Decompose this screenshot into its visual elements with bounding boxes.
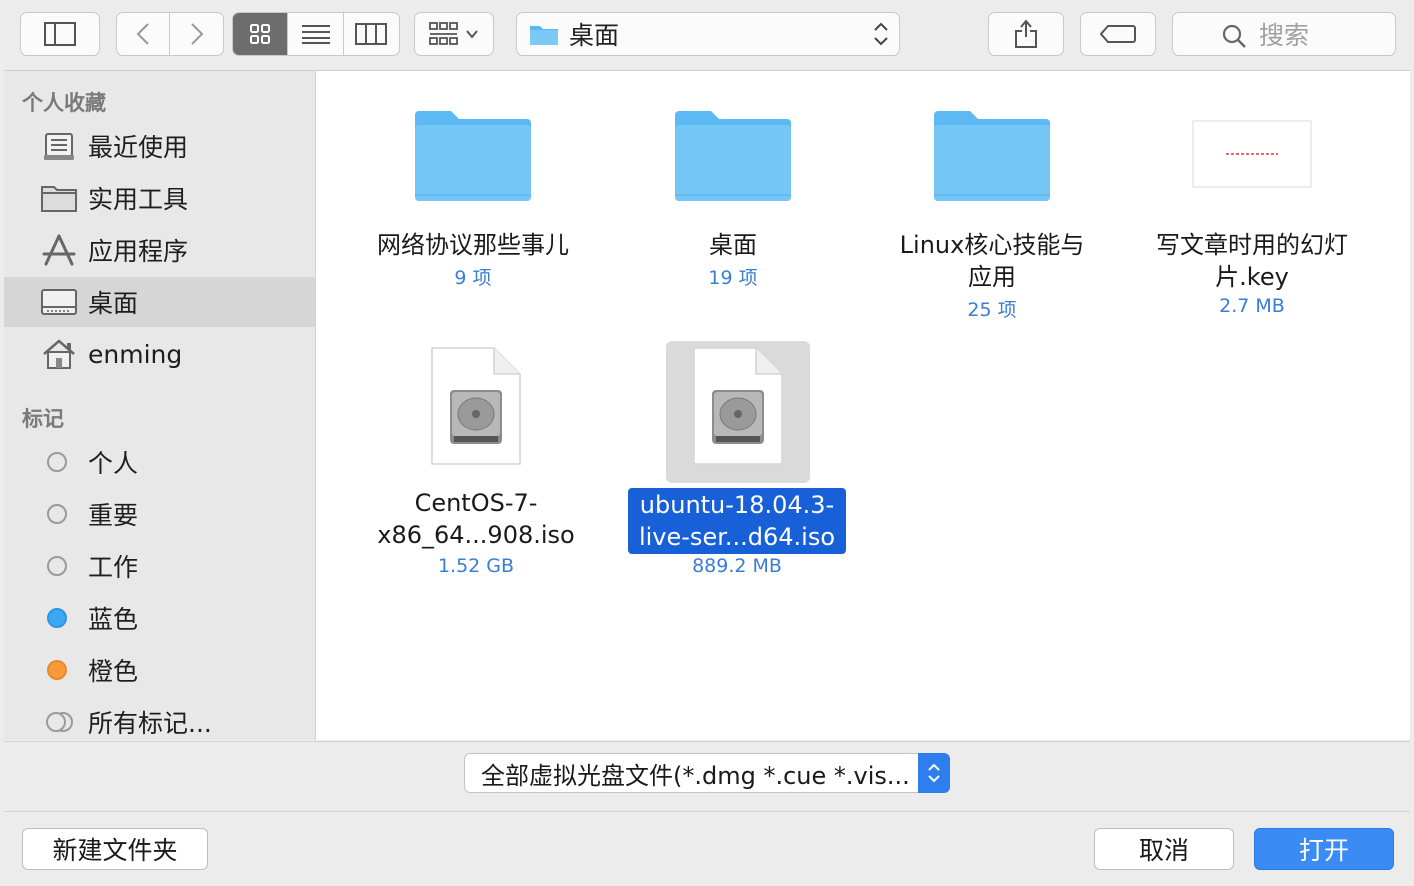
sidebar-item-label: enming: [88, 339, 183, 369]
cancel-button[interactable]: 取消: [1094, 828, 1234, 870]
disk-image-icon: [416, 347, 536, 467]
tag-label: 个人: [88, 449, 139, 478]
file-name: x86_64...908.iso: [377, 521, 575, 549]
back-button[interactable]: [117, 13, 170, 55]
file-type-label: 全部虚拟光盘文件(*.dmg *.cue *.vis...: [481, 761, 910, 790]
sidebar-item-label: 应用程序: [88, 237, 189, 266]
sidebar-item-home[interactable]: enming: [4, 329, 315, 379]
tag-label: 重要: [88, 501, 139, 530]
folder-icon: [530, 26, 558, 45]
file-meta: 25 项: [967, 299, 1017, 321]
updown-arrows-icon: [874, 22, 888, 46]
chevron-left-icon: [136, 23, 149, 45]
arrange-button[interactable]: [414, 12, 494, 56]
tag-dot-icon: [47, 504, 67, 524]
folder-icon: [38, 181, 80, 215]
updown-arrows-icon: [928, 763, 940, 783]
desktop-icon: [38, 285, 80, 319]
chevron-right-icon: [190, 23, 203, 45]
sidebar-tag-blue[interactable]: 蓝色: [4, 593, 315, 643]
folder-icon: [673, 95, 793, 215]
share-icon: [1015, 19, 1037, 48]
sidebar-item-label: 最近使用: [88, 133, 189, 162]
file-name: Linux核心技能与: [899, 231, 1085, 259]
sidebar-tag-orange[interactable]: 橙色: [4, 645, 315, 695]
disk-image-icon: [678, 347, 798, 467]
file-meta: 1.52 GB: [437, 555, 515, 577]
sidebar-icon: [44, 22, 76, 46]
sidebar-tag-important[interactable]: 重要: [4, 489, 315, 539]
file-name: 桌面: [709, 231, 757, 259]
arrange-icon: [429, 22, 458, 45]
search-placeholder: 搜索: [1259, 21, 1310, 50]
sidebar-tag-personal[interactable]: 个人: [4, 437, 315, 487]
tag-label: 橙色: [88, 657, 139, 686]
chevron-down-icon: [466, 30, 478, 39]
file-meta: 19 项: [708, 267, 758, 289]
file-meta: 889.2 MB: [692, 555, 782, 577]
file-grid: 网络协议那些事儿 9 项 桌面 19 项 Linux核心技能与 应用 25 项 …: [316, 71, 1410, 740]
sidebar-tag-all[interactable]: 所有标记...: [4, 697, 315, 747]
column-view-button[interactable]: [344, 13, 399, 55]
file-name: 片.key: [1215, 263, 1289, 291]
toolbar: 桌面 搜索: [4, 0, 1410, 71]
tags-button[interactable]: [1080, 12, 1156, 56]
applications-icon: [38, 233, 80, 267]
sidebar: 个人收藏 最近使用 实用工具 应用程序 桌面 enming 标记 个人 重要 工…: [4, 71, 316, 740]
file-meta: 9 项: [454, 267, 492, 289]
icon-view-button[interactable]: [233, 13, 289, 55]
path-popup[interactable]: 桌面: [516, 12, 900, 56]
file-type-popup[interactable]: 全部虚拟光盘文件(*.dmg *.cue *.vis...: [464, 753, 950, 793]
open-button[interactable]: 打开: [1254, 828, 1394, 870]
grid-icon: [250, 24, 271, 44]
tag-label: 蓝色: [88, 605, 139, 634]
sidebar-item-label: 实用工具: [88, 185, 189, 214]
tags-title: 标记: [22, 407, 64, 431]
list-icon: [301, 25, 330, 44]
file-name: ubuntu-18.04.3-: [639, 491, 835, 519]
folder-icon: [932, 95, 1052, 215]
file-name: 写文章时用的幻灯: [1156, 231, 1348, 259]
sidebar-item-utilities[interactable]: 实用工具: [4, 173, 315, 223]
new-folder-button[interactable]: 新建文件夹: [22, 828, 208, 870]
tag-dot-icon: [47, 452, 67, 472]
folder-icon: [413, 95, 533, 215]
file-name: live-ser...d64.iso: [638, 523, 836, 551]
all-tags-icon: [46, 712, 73, 732]
file-name: 网络协议那些事儿: [377, 231, 569, 259]
file-open-dialog: 桌面 搜索 个人收藏 最近使用 实用工具 应用程序 桌面 enming 标记 个…: [4, 0, 1410, 886]
orange-dot-icon: [47, 660, 67, 680]
nav-buttons: [116, 12, 224, 56]
favorites-title: 个人收藏: [22, 91, 106, 115]
share-button[interactable]: [988, 12, 1064, 56]
sidebar-item-applications[interactable]: 应用程序: [4, 225, 315, 275]
file-name: CentOS-7-: [414, 489, 538, 517]
home-icon: [38, 337, 80, 371]
sidebar-item-recents[interactable]: 最近使用: [4, 121, 315, 171]
tag-label: 工作: [88, 553, 139, 582]
view-mode-segment: [232, 12, 400, 56]
sidebar-item-label: 桌面: [88, 289, 139, 318]
path-label: 桌面: [569, 21, 620, 50]
sidebar-toggle-button[interactable]: [20, 12, 100, 56]
tag-icon: [1100, 25, 1136, 43]
blue-dot-icon: [47, 608, 67, 628]
columns-icon: [355, 23, 388, 45]
tag-label: 所有标记...: [88, 709, 212, 738]
file-meta: 2.7 MB: [1219, 295, 1285, 317]
keynote-thumbnail-icon: [1192, 95, 1312, 215]
list-view-button[interactable]: [288, 13, 344, 55]
file-name: 应用: [968, 263, 1016, 291]
forward-button[interactable]: [170, 13, 223, 55]
sidebar-tag-work[interactable]: 工作: [4, 541, 315, 591]
search-field[interactable]: 搜索: [1172, 12, 1396, 56]
tag-dot-icon: [47, 556, 67, 576]
search-icon: [1222, 24, 1246, 48]
popup-arrow: [918, 753, 950, 793]
file-type-bar: 全部虚拟光盘文件(*.dmg *.cue *.vis...: [4, 741, 1410, 812]
sidebar-item-desktop[interactable]: 桌面: [4, 277, 315, 327]
recents-icon: [38, 129, 80, 163]
